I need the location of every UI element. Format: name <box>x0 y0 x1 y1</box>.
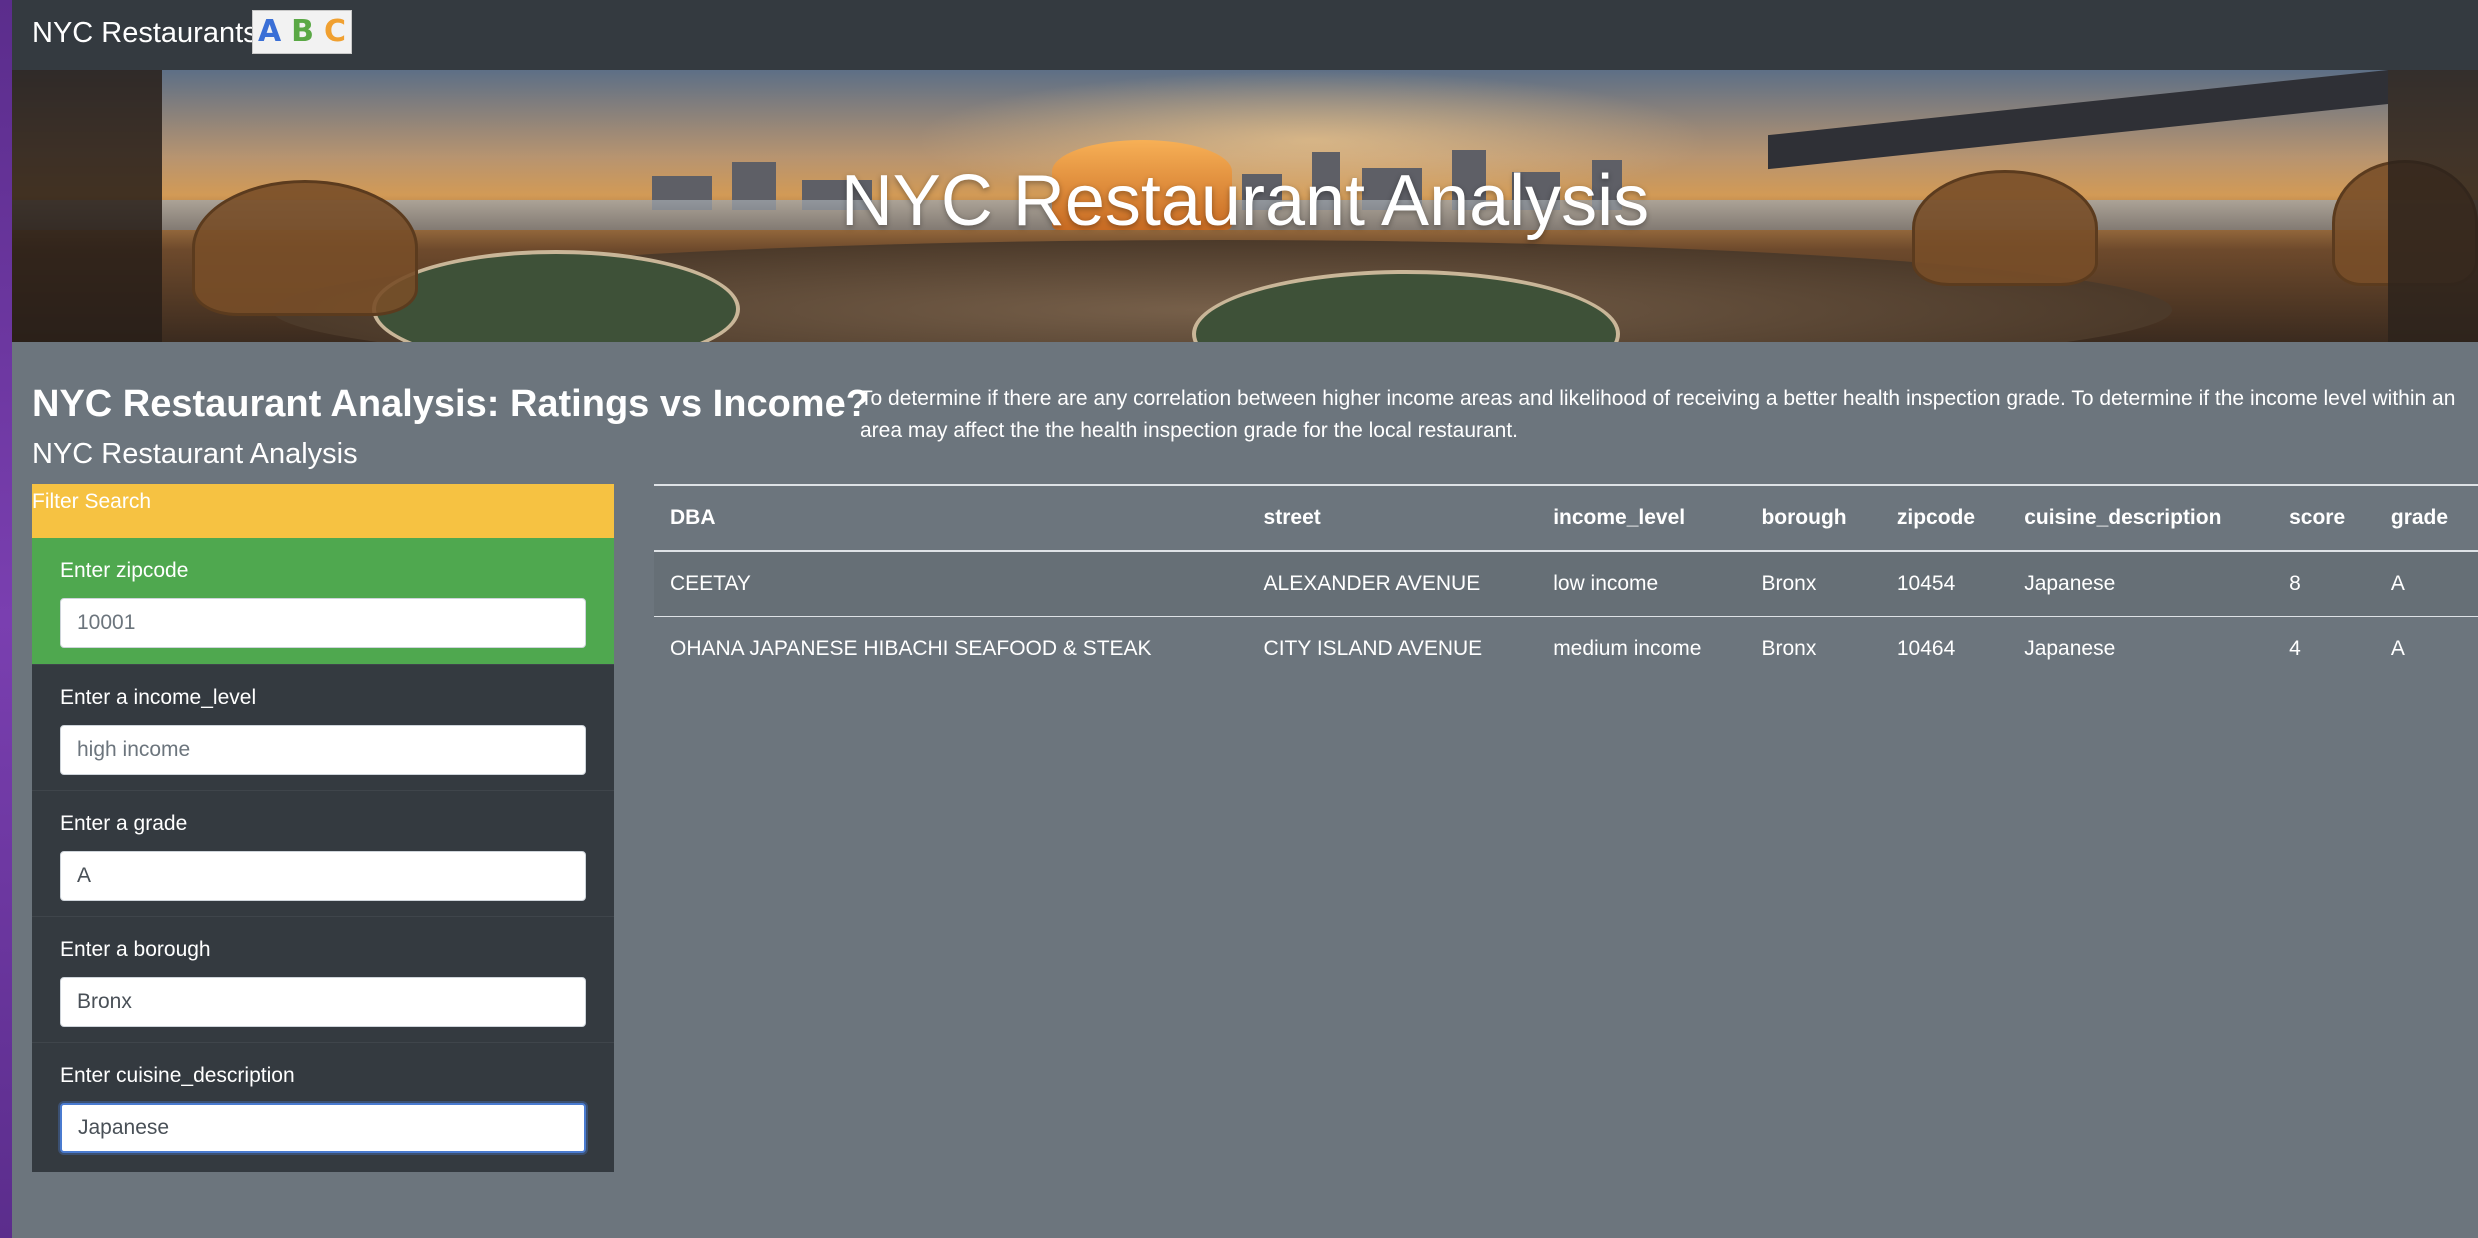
filter-panel: Filter Search Enter zipcode Enter a inco… <box>32 484 614 1172</box>
cell-zipcode: 10454 <box>1880 551 2009 617</box>
navbar: NYC Restaurants A B C <box>12 0 2478 70</box>
abc-logo: A B C <box>252 10 352 54</box>
project-description: To determine if there are any correlatio… <box>860 387 2456 442</box>
zipcode-input[interactable] <box>60 598 586 648</box>
logo-letter-b: B <box>291 14 315 49</box>
column-header-grade: grade <box>2374 484 2478 552</box>
hero-title: NYC Restaurant Analysis <box>840 161 1650 241</box>
cell-grade: A <box>2374 551 2478 617</box>
page-subtitle: NYC Restaurant Analysis <box>32 438 358 470</box>
page-title: NYC Restaurant Analysis: Ratings vs Inco… <box>32 383 869 425</box>
cell-score: 4 <box>2289 637 2301 660</box>
navbar-brand[interactable]: NYC Restaurants <box>32 15 258 51</box>
borough-label: Enter a borough <box>60 938 211 961</box>
column-header-cuisine: cuisine_description <box>2008 484 2274 552</box>
cuisine-label: Enter cuisine_description <box>60 1064 295 1087</box>
logo-letter-a: A <box>257 14 282 49</box>
filter-header: Filter Search <box>32 484 614 538</box>
column-header-score: score <box>2273 484 2375 552</box>
cell-dba: CEETAY <box>654 551 1248 617</box>
hero-banner: NYC Restaurant Analysis <box>12 70 2478 342</box>
income-level-input[interactable] <box>60 725 586 775</box>
table-row: OHANA JAPANESE HIBACHI SEAFOOD & STEAK C… <box>654 617 2478 682</box>
cell-cuisine: Japanese <box>2024 637 2116 660</box>
cuisine-filter: Enter cuisine_description <box>32 1042 614 1168</box>
cell-borough: Bronx <box>1761 637 1817 660</box>
cuisine-input[interactable] <box>60 1103 586 1153</box>
cell-income-level: medium income <box>1553 637 1702 660</box>
window-edge-strip <box>0 0 12 1238</box>
cell-borough: Bronx <box>1745 551 1881 617</box>
results-table: DBA street income_level borough zipcode … <box>654 484 2478 681</box>
borough-filter: Enter a borough <box>32 916 614 1042</box>
cell-cuisine: Japanese <box>2008 551 2274 617</box>
cell-street: CITY ISLAND AVENUE <box>1263 637 1483 660</box>
column-header-borough: borough <box>1745 484 1881 552</box>
table-header-row: DBA street income_level borough zipcode … <box>654 484 2478 552</box>
column-header-zipcode: zipcode <box>1880 484 2009 552</box>
cell-income-level: low income <box>1537 551 1746 617</box>
grade-filter: Enter a grade <box>32 790 614 916</box>
column-header-income-level: income_level <box>1537 484 1746 552</box>
cell-street: ALEXANDER AVENUE <box>1247 551 1538 617</box>
grade-input[interactable] <box>60 851 586 901</box>
zipcode-filter: Enter zipcode <box>32 538 614 664</box>
cell-grade: A <box>2390 637 2405 660</box>
cell-score: 8 <box>2273 551 2375 617</box>
borough-input[interactable] <box>60 977 586 1027</box>
column-header-dba: DBA <box>654 484 1248 552</box>
income-level-label: Enter a income_level <box>60 686 257 709</box>
grade-label: Enter a grade <box>60 812 188 835</box>
cell-zipcode: 10464 <box>1896 637 1956 660</box>
logo-letter-c: C <box>323 14 346 49</box>
table-row: CEETAY ALEXANDER AVENUE low income Bronx… <box>654 551 2478 617</box>
column-header-street: street <box>1247 484 1538 552</box>
zipcode-label: Enter zipcode <box>60 559 189 582</box>
cell-dba: OHANA JAPANESE HIBACHI SEAFOOD & STEAK <box>670 637 1152 660</box>
filter-header-label: Filter Search <box>32 490 152 513</box>
income-level-filter: Enter a income_level <box>32 664 614 790</box>
